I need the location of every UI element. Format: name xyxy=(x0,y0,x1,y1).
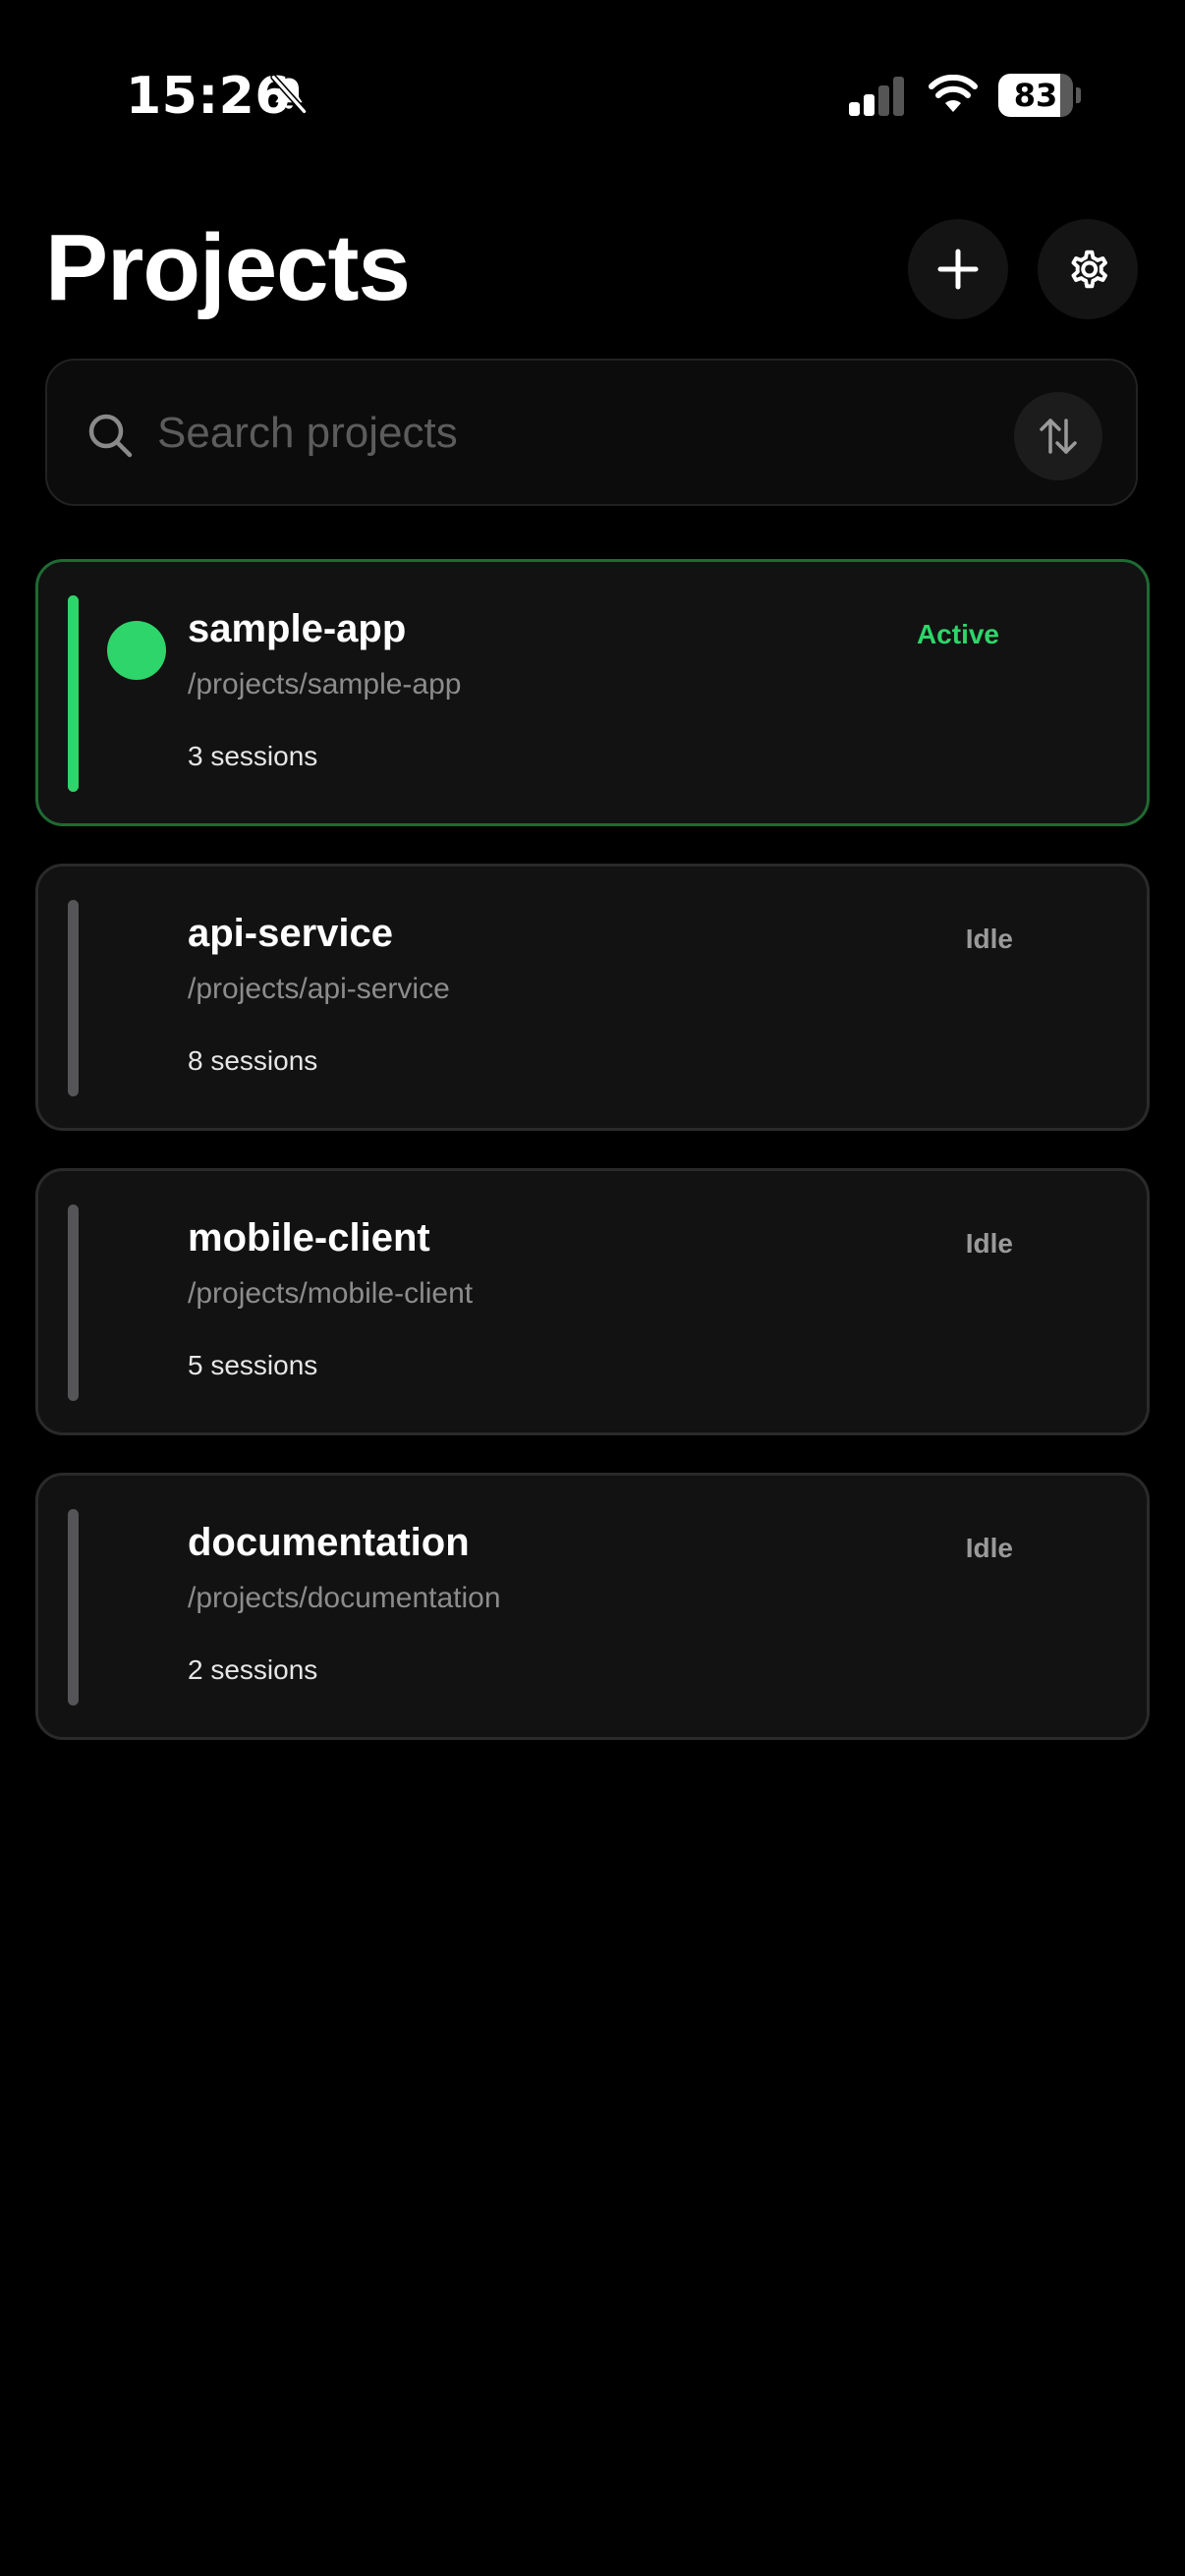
project-card[interactable]: sample-app /projects/sample-app 3 sessio… xyxy=(35,559,1150,826)
search-bar xyxy=(45,359,1138,506)
project-sessions: 5 sessions xyxy=(188,1350,318,1380)
project-name: mobile-client xyxy=(188,1216,430,1260)
project-sessions: 8 sessions xyxy=(188,1045,318,1076)
project-path: /projects/sample-app xyxy=(188,668,462,700)
status-rail xyxy=(68,1204,79,1401)
project-path: /projects/mobile-client xyxy=(188,1277,474,1310)
settings-button[interactable] xyxy=(1038,219,1138,319)
wifi-icon xyxy=(929,75,978,112)
sort-button[interactable] xyxy=(1014,392,1102,480)
project-card[interactable]: api-service /projects/api-service 8 sess… xyxy=(35,864,1150,1131)
project-card[interactable]: documentation /projects/documentation 2 … xyxy=(35,1473,1150,1740)
project-card[interactable]: mobile-client /projects/mobile-client 5 … xyxy=(35,1168,1150,1435)
plus-icon xyxy=(937,249,979,290)
project-status-badge: Active xyxy=(916,619,999,649)
bell-muted-icon xyxy=(270,74,308,115)
cellular-signal-icon xyxy=(849,77,904,116)
project-name: api-service xyxy=(188,912,394,955)
status-rail xyxy=(68,900,79,1096)
project-status-badge: Idle xyxy=(965,924,1013,954)
status-time: 15:26 xyxy=(126,67,292,126)
project-sessions: 2 sessions xyxy=(188,1654,318,1685)
search-icon xyxy=(88,414,133,458)
status-rail xyxy=(68,595,79,792)
sort-arrows-icon xyxy=(1040,419,1077,454)
gear-icon xyxy=(1071,250,1107,289)
project-path: /projects/api-service xyxy=(188,973,450,1005)
active-status-dot xyxy=(107,621,166,680)
battery-indicator: 83 xyxy=(998,74,1081,117)
status-rail xyxy=(68,1509,79,1706)
add-project-button[interactable] xyxy=(908,219,1008,319)
project-status-badge: Idle xyxy=(965,1228,1013,1259)
status-bar: 15:26 83 xyxy=(0,0,1185,147)
page-title: Projects xyxy=(45,215,411,320)
battery-level: 83 xyxy=(1013,77,1058,114)
project-path: /projects/documentation xyxy=(188,1582,501,1614)
project-name: documentation xyxy=(188,1521,470,1564)
project-status-badge: Idle xyxy=(965,1533,1013,1563)
project-list: sample-app /projects/sample-app 3 sessio… xyxy=(35,559,1150,1777)
project-sessions: 3 sessions xyxy=(188,741,318,771)
project-name: sample-app xyxy=(188,607,407,650)
search-input[interactable] xyxy=(157,390,1022,476)
